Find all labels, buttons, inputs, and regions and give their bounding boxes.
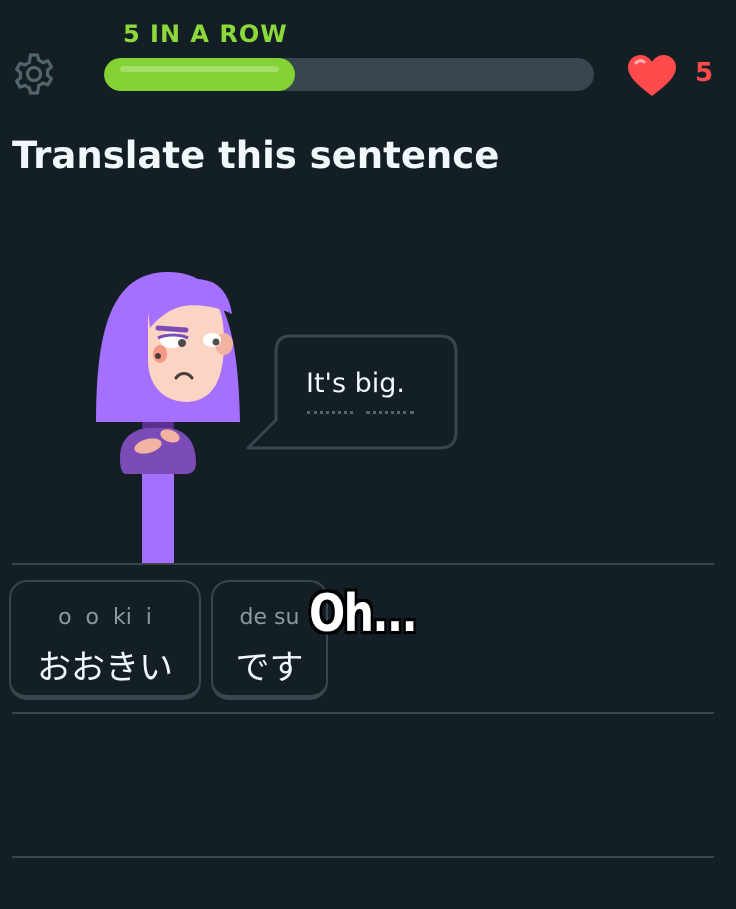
- character-illustration: [96, 272, 240, 564]
- gear-icon[interactable]: [10, 50, 58, 98]
- tile-word: おおきい: [37, 648, 173, 688]
- lesson-progress-bar: [104, 58, 594, 91]
- answer-line: [12, 856, 714, 858]
- heart-icon: [628, 55, 676, 96]
- streak-label: 5 IN A ROW: [123, 20, 288, 48]
- meme-caption: Oh...: [309, 584, 418, 644]
- hint-underline-big: [366, 411, 414, 414]
- page-title: Translate this sentence: [12, 134, 500, 177]
- progress-bar-highlight: [120, 66, 280, 72]
- answer-line: [12, 563, 714, 565]
- prompt-sentence[interactable]: It's big.: [306, 368, 405, 399]
- lesson-screen: 5 IN A ROW 5 Translate this sentence It'…: [0, 0, 736, 909]
- tile-word: です: [235, 648, 304, 688]
- hint-underline-its: [307, 411, 353, 414]
- progress-bar-fill: [104, 58, 296, 91]
- answer-line: [12, 712, 714, 714]
- word-tile-ookii[interactable]: o o ki i おおきい: [9, 580, 201, 700]
- hearts-count: 5: [695, 58, 714, 88]
- tile-reading: o o ki i: [58, 605, 152, 630]
